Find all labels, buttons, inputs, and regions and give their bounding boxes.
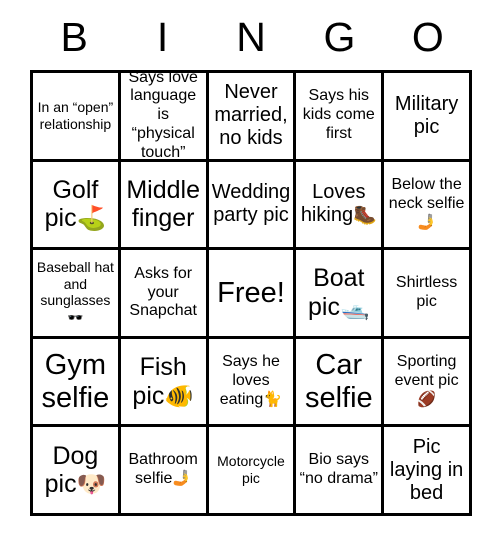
bingo-cell[interactable]: Baseball hat and sunglasses🕶️ <box>33 250 121 339</box>
bingo-header-letter-o: O <box>411 14 444 60</box>
bingo-cell[interactable]: Shirtless pic <box>384 250 472 339</box>
bingo-cell-emoji-icon: 🤳 <box>417 212 437 231</box>
bingo-cell-label: Military pic <box>394 92 459 138</box>
bingo-cell-emoji-icon: 🕶️ <box>67 311 84 327</box>
bingo-cell-label: Shirtless pic <box>395 274 458 310</box>
bingo-cell-label: Baseball hat and sunglasses🕶️ <box>36 258 114 327</box>
bingo-header-letter-i: I <box>156 14 169 60</box>
bingo-free-space-cell[interactable]: Free! <box>208 250 297 339</box>
bingo-card: B I N G O In an “open” relationship Says love… <box>0 0 501 544</box>
bingo-cell-label: Says his kids come first <box>302 87 375 143</box>
bingo-cell[interactable]: Never married, no kids <box>208 73 297 162</box>
bingo-header-letter-n: N <box>236 14 266 60</box>
bingo-grid: In an “open” relationship Says love langu… <box>30 70 472 516</box>
bingo-cell-label: Car selfie <box>304 349 373 414</box>
bingo-cell[interactable]: Fish pic🐠 <box>120 338 209 428</box>
bingo-cell-emoji-icon: 🤳 <box>172 469 192 488</box>
bingo-cell-label: Wedding party pic <box>211 181 291 227</box>
bingo-cell[interactable]: Middle finger <box>120 161 209 251</box>
bingo-cell-emoji-icon: 🐠 <box>164 381 194 410</box>
bingo-cell-label: Motorcycle pic <box>217 453 285 487</box>
bingo-cell-label: Asks for your Snapchat <box>129 264 197 320</box>
bingo-cell-label: Never married, no kids <box>214 81 288 150</box>
bingo-cell[interactable]: Car selfie <box>296 338 385 428</box>
bingo-cell-label: Free! <box>217 276 285 309</box>
bingo-cell-label: Bio says “no drama” <box>299 451 378 488</box>
bingo-cell[interactable]: Golf pic⛳ <box>33 161 121 251</box>
bingo-cell-label: Says he loves eating🐈 <box>219 353 283 409</box>
bingo-cell[interactable]: In an “open” relationship <box>33 73 121 162</box>
bingo-cell-label: Gym selfie <box>41 349 110 414</box>
bingo-cell-label: Dog pic🐶 <box>44 441 107 499</box>
bingo-cell-label: Bathroom selfie🤳 <box>128 451 198 488</box>
bingo-cell[interactable]: Military pic <box>384 73 472 162</box>
bingo-cell[interactable]: Sporting event pic🏈 <box>384 338 472 428</box>
bingo-header-row: BINGO <box>30 8 472 66</box>
bingo-cell[interactable]: Says love language is “physical touch” <box>120 73 209 162</box>
bingo-cell-label: Pic laying in bed <box>389 435 464 504</box>
bingo-cell[interactable]: Motorcycle pic <box>208 427 297 516</box>
bingo-cell-emoji-icon: 🐈 <box>263 390 283 409</box>
bingo-cell-emoji-icon: 🥾 <box>353 204 377 227</box>
bingo-cell-label: Boat pic🛥️ <box>308 264 370 321</box>
bingo-cell-emoji-icon: 🏈 <box>417 390 437 409</box>
bingo-cell-label: Sporting event pic🏈 <box>394 353 459 409</box>
bingo-cell-label: Below the neck selfie🤳 <box>388 176 465 231</box>
bingo-cell-label: In an “open” relationship <box>37 99 114 132</box>
bingo-cell[interactable]: Gym selfie <box>33 338 121 428</box>
bingo-cell[interactable]: Bathroom selfie🤳 <box>120 427 209 516</box>
bingo-cell-label: Golf pic⛳ <box>44 175 107 233</box>
bingo-cell-emoji-icon: 🛥️ <box>339 292 370 321</box>
bingo-cell[interactable]: Wedding party pic <box>208 161 297 251</box>
bingo-cell[interactable]: Below the neck selfie🤳 <box>384 161 472 251</box>
bingo-cell-label: Says love language is “physical touch” <box>128 73 198 162</box>
bingo-cell[interactable]: Says his kids come first <box>296 73 385 162</box>
bingo-header-letter-b: B <box>60 14 88 60</box>
bingo-cell-emoji-icon: ⛳ <box>76 204 107 233</box>
bingo-cell[interactable]: Boat pic🛥️ <box>296 250 385 339</box>
bingo-cell[interactable]: Bio says “no drama” <box>296 427 385 516</box>
bingo-header-letter-g: G <box>323 14 356 60</box>
bingo-cell[interactable]: Pic laying in bed <box>384 427 472 516</box>
bingo-cell-label: Fish pic🐠 <box>132 353 194 410</box>
bingo-cell-emoji-icon: 🐶 <box>76 470 107 499</box>
bingo-cell[interactable]: Dog pic🐶 <box>33 427 121 516</box>
bingo-cell-label: Middle finger <box>126 175 201 233</box>
bingo-cell[interactable]: Says he loves eating🐈 <box>208 338 297 428</box>
bingo-cell[interactable]: Loves hiking🥾 <box>296 161 385 251</box>
bingo-cell[interactable]: Asks for your Snapchat <box>120 250 209 339</box>
bingo-cell-label: Loves hiking🥾 <box>300 181 377 227</box>
